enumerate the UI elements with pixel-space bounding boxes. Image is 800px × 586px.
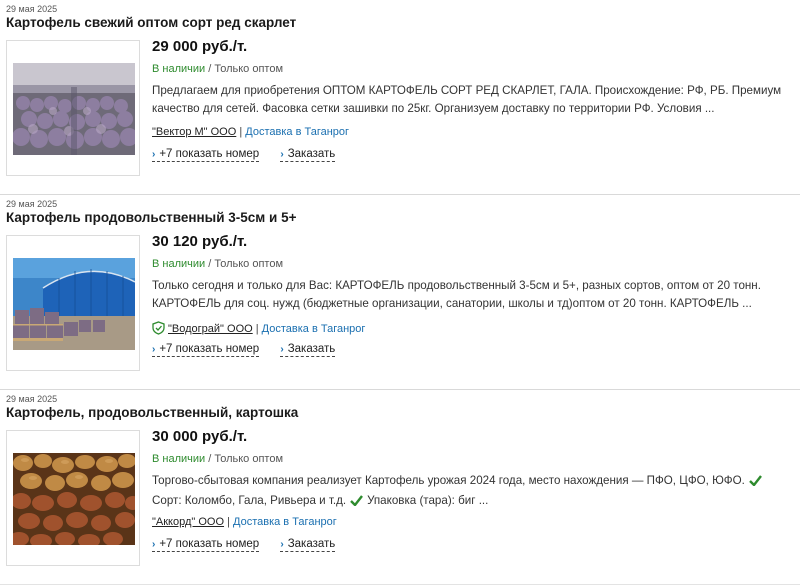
show-phone-label: +7 показать номер — [159, 343, 260, 355]
wholesale-label: Только оптом — [214, 258, 284, 270]
listing-card: 29 мая 2025 Картофель продовольственный … — [0, 195, 800, 390]
chevron-right-icon: › — [152, 149, 156, 160]
seller-info: "Аккорд" ООО | Доставка в Таганрог — [152, 516, 337, 528]
listing-date: 29 мая 2025 — [6, 199, 58, 209]
seller-link[interactable]: "Аккорд" ООО — [152, 516, 224, 528]
listing-description: Торгово-сбытовая компания реализует Карт… — [152, 472, 800, 512]
product-photo[interactable] — [6, 40, 140, 176]
checkmark-icon — [350, 494, 364, 512]
order-label: Заказать — [287, 343, 336, 355]
chevron-right-icon: › — [152, 344, 156, 355]
wholesale-label: Только оптом — [214, 453, 284, 465]
chevron-right-icon: › — [280, 344, 284, 355]
listing-title[interactable]: Картофель продовольственный 3-5см и 5+ — [6, 210, 296, 225]
stock-status: В наличии / Только оптом — [152, 453, 283, 465]
order-button[interactable]: › Заказать — [280, 538, 336, 552]
listing-price: 30 120 руб./т. — [152, 233, 248, 250]
seller-info: "Вектор М" ООО | Доставка в Таганрог — [152, 126, 349, 138]
listing-actions: › +7 показать номер › Заказать — [152, 148, 353, 162]
description-line: Предлагаем для приобретения ОПТОМ КАРТОФ… — [152, 84, 782, 97]
seller-separator: | — [236, 126, 246, 138]
description-segment: Сорт: Коломбо, Гала, Ривьера и т.д. — [152, 494, 347, 507]
listing-actions: › +7 показать номер › Заказать — [152, 538, 353, 552]
order-label: Заказать — [287, 148, 336, 160]
seller-separator: | — [252, 323, 262, 335]
show-phone-label: +7 показать номер — [159, 538, 260, 550]
listing-description: Предлагаем для приобретения ОПТОМ КАРТОФ… — [152, 82, 800, 118]
order-button[interactable]: › Заказать — [280, 148, 336, 162]
seller-link[interactable]: "Вектор М" ООО — [152, 126, 236, 138]
delivery-info[interactable]: Доставка в Таганрог — [233, 516, 337, 528]
listing-actions: › +7 показать номер › Заказать — [152, 343, 353, 357]
product-photo[interactable] — [6, 430, 140, 566]
delivery-info[interactable]: Доставка в Таганрог — [245, 126, 349, 138]
seller-separator: | — [224, 516, 234, 528]
show-phone-label: +7 показать номер — [159, 148, 260, 160]
listing-title[interactable]: Картофель, продовольственный, картошка — [6, 405, 298, 420]
warehouse-potato-sacks-image — [13, 63, 135, 155]
description-line: Торгово-сбытовая компания реализует Карт… — [152, 472, 800, 492]
delivery-info[interactable]: Доставка в Таганрог — [262, 323, 366, 335]
description-line: качество для сетей. Фасовка сетки зашивк… — [152, 102, 715, 115]
chevron-right-icon: › — [152, 539, 156, 550]
checkmark-icon — [749, 474, 762, 492]
chevron-right-icon: › — [280, 539, 284, 550]
listing-card: 29 мая 2025 Картофель, продовольственный… — [0, 390, 800, 585]
availability-label: В наличии — [152, 258, 206, 270]
stock-separator: / — [205, 258, 215, 270]
seller-info: "Водограй" ООО | Доставка в Таганрог — [152, 321, 365, 338]
description-segment: Торгово-сбытовая компания реализует Карт… — [152, 474, 745, 487]
description-line: Сорт: Коломбо, Гала, Ривьера и т.д. Упако… — [152, 492, 800, 512]
seller-link[interactable]: "Водограй" ООО — [168, 323, 253, 335]
listing-price: 29 000 руб./т. — [152, 38, 248, 55]
loose-potatoes-image — [13, 453, 135, 545]
wholesale-label: Только оптом — [214, 63, 284, 75]
stock-separator: / — [205, 453, 215, 465]
description-line: КАРТОФЕЛЬ для соц. нужд (бюджетные орган… — [152, 297, 752, 310]
availability-label: В наличии — [152, 63, 206, 75]
order-label: Заказать — [287, 538, 336, 550]
stock-status: В наличии / Только оптом — [152, 258, 283, 270]
chevron-right-icon: › — [280, 149, 284, 160]
listing-card: 29 мая 2025 Картофель свежий оптом сорт … — [0, 0, 800, 195]
hangar-potato-pallets-image — [13, 258, 135, 350]
show-phone-button[interactable]: › +7 показать номер — [152, 343, 260, 357]
listing-date: 29 мая 2025 — [6, 394, 58, 404]
stock-status: В наличии / Только оптом — [152, 63, 283, 75]
order-button[interactable]: › Заказать — [280, 343, 336, 357]
listing-title[interactable]: Картофель свежий оптом сорт ред скарлет — [6, 15, 296, 30]
show-phone-button[interactable]: › +7 показать номер — [152, 148, 260, 162]
listing-price: 30 000 руб./т. — [152, 428, 248, 445]
verified-shield-icon — [152, 321, 165, 338]
availability-label: В наличии — [152, 453, 206, 465]
listing-date: 29 мая 2025 — [6, 4, 58, 14]
show-phone-button[interactable]: › +7 показать номер — [152, 538, 260, 552]
product-photo[interactable] — [6, 235, 140, 371]
stock-separator: / — [205, 63, 215, 75]
description-line: Только сегодня и только для Вас: КАРТОФЕ… — [152, 279, 761, 292]
description-segment: Упаковка (тара): биг ... — [367, 494, 489, 507]
listing-description: Только сегодня и только для Вас: КАРТОФЕ… — [152, 277, 800, 313]
